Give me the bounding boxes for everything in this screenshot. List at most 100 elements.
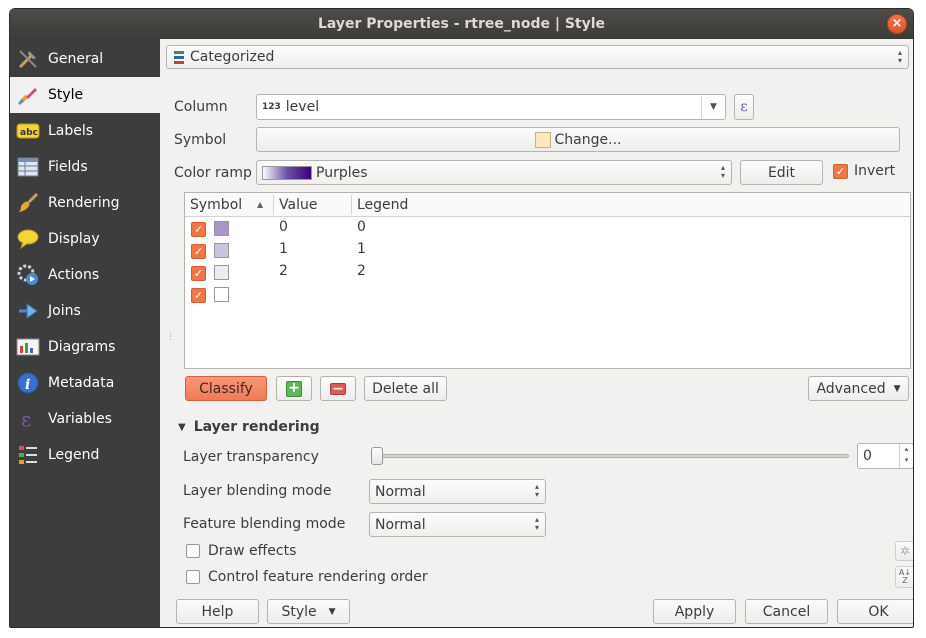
delete-all-button[interactable]: Delete all: [364, 376, 447, 401]
classes-table[interactable]: Symbol ▲ Value Legend ✓ 0 0 ✓ 1 1 ✓ 2 2 …: [184, 192, 911, 369]
transparency-spinbox[interactable]: 0 ▴ ▾: [857, 443, 913, 469]
style-label: Style: [281, 603, 317, 620]
apply-label: Apply: [674, 603, 715, 620]
layer-rendering-header[interactable]: ▼ Layer rendering: [178, 419, 320, 435]
epsilon-icon: ε: [16, 407, 40, 431]
color-ramp-select[interactable]: Purples ▴ ▾: [256, 160, 732, 185]
table-row[interactable]: ✓ 1 1: [185, 240, 910, 262]
sidebar-item-actions[interactable]: Actions: [10, 257, 160, 293]
epsilon-icon: ε: [740, 99, 748, 115]
feature-blending-label: Feature blending mode: [183, 516, 346, 532]
legend-icon: [16, 443, 40, 467]
sidebar-item-label: Actions: [48, 267, 100, 283]
column-select[interactable]: 123 level ▼: [256, 94, 726, 120]
renderer-value: Categorized: [190, 49, 275, 65]
check-icon[interactable]: ✓: [191, 266, 206, 281]
expression-button[interactable]: ε: [734, 94, 754, 120]
class-swatch[interactable]: [214, 221, 229, 236]
blending-mode-select[interactable]: Normal ▴ ▾: [369, 479, 546, 504]
advanced-button[interactable]: Advanced ▼: [808, 376, 909, 401]
change-symbol-button[interactable]: Change...: [256, 127, 900, 152]
class-swatch[interactable]: [214, 265, 229, 280]
advanced-label: Advanced: [816, 380, 886, 397]
apply-button[interactable]: Apply: [653, 599, 736, 624]
symbol-label: Symbol: [174, 132, 227, 148]
cancel-button[interactable]: Cancel: [745, 599, 828, 624]
class-legend: 0: [357, 219, 366, 235]
blending-value: Normal: [375, 483, 426, 500]
table-row[interactable]: ✓: [185, 284, 910, 306]
transparency-slider-handle[interactable]: [371, 447, 383, 465]
sidebar-item-labels[interactable]: abc Labels: [10, 113, 160, 149]
class-value: 0: [279, 219, 288, 235]
ok-label: OK: [868, 603, 889, 620]
sidebar-item-display[interactable]: Display: [10, 221, 160, 257]
style-menu-button[interactable]: Style ▼: [267, 599, 350, 624]
table-header: Symbol ▲ Value Legend: [185, 193, 910, 217]
title-bar: Layer Properties - rtree_node | Style ×: [10, 9, 913, 39]
ok-button[interactable]: OK: [837, 599, 913, 624]
classify-button[interactable]: Classify: [185, 376, 267, 401]
sort-order-button[interactable]: A↓ Z: [895, 566, 913, 588]
sidebar-item-rendering[interactable]: Rendering: [10, 185, 160, 221]
svg-text:i: i: [25, 377, 30, 393]
sort-az-icon: A↓ Z: [898, 568, 912, 585]
draw-effects-checkbox[interactable]: Draw effects: [186, 543, 296, 559]
help-button[interactable]: Help: [176, 599, 259, 624]
sidebar-item-label: Diagrams: [48, 339, 116, 355]
control-order-checkbox[interactable]: Control feature rendering order: [186, 569, 428, 585]
sidebar-item-joins[interactable]: Joins: [10, 293, 160, 329]
check-icon[interactable]: ✓: [191, 222, 206, 237]
splitter-grip-icon[interactable]: ⋮: [166, 333, 175, 342]
sidebar-item-diagrams[interactable]: Diagrams: [10, 329, 160, 365]
transparency-slider-track[interactable]: [372, 454, 849, 458]
edit-ramp-button[interactable]: Edit: [740, 160, 823, 185]
color-ramp-value: Purples: [316, 164, 368, 181]
collapse-triangle-icon: ▼: [178, 421, 186, 433]
layer-properties-window: Layer Properties - rtree_node | Style × …: [9, 8, 914, 628]
column-value: level: [285, 99, 320, 115]
close-button[interactable]: ×: [887, 14, 907, 34]
column-separator: [351, 195, 352, 215]
class-swatch[interactable]: [214, 287, 229, 302]
control-order-label: Control feature rendering order: [208, 569, 428, 585]
layer-rendering-title: Layer rendering: [193, 419, 320, 435]
spin-arrows-icon[interactable]: ▴ ▾: [899, 444, 913, 468]
add-class-button[interactable]: +: [276, 376, 312, 401]
draw-effects-label: Draw effects: [208, 543, 297, 559]
column-separator: [273, 195, 274, 215]
sidebar-item-general[interactable]: General: [10, 41, 160, 77]
header-value[interactable]: Value: [279, 193, 317, 217]
transparency-value: 0: [863, 448, 872, 464]
sidebar-item-legend[interactable]: Legend: [10, 437, 160, 473]
svg-text:ε: ε: [21, 408, 31, 430]
invert-checkbox[interactable]: ✓ Invert: [833, 163, 895, 179]
sidebar-item-label: Joins: [48, 303, 81, 319]
sidebar-item-metadata[interactable]: i Metadata: [10, 365, 160, 401]
blending-label: Layer blending mode: [183, 483, 332, 499]
header-legend[interactable]: Legend: [357, 193, 408, 217]
sidebar-item-variables[interactable]: ε Variables: [10, 401, 160, 437]
effects-star-button[interactable]: ✲: [895, 541, 913, 561]
symbol-swatch: [534, 131, 551, 148]
sidebar-item-style[interactable]: Style: [10, 77, 160, 113]
renderer-select[interactable]: Categorized ▴ ▾: [166, 45, 909, 69]
table-row[interactable]: ✓ 0 0: [185, 218, 910, 240]
remove-class-button[interactable]: −: [320, 376, 356, 401]
check-icon[interactable]: ✓: [191, 288, 206, 303]
color-ramp-label: Color ramp: [174, 165, 252, 181]
header-symbol[interactable]: Symbol: [190, 193, 242, 217]
abc-icon: abc: [16, 119, 40, 143]
feature-blending-select[interactable]: Normal ▴ ▾: [369, 512, 546, 537]
class-swatch[interactable]: [214, 243, 229, 258]
chevron-down-icon: ▼: [701, 95, 725, 119]
check-icon[interactable]: ✓: [191, 244, 206, 259]
sidebar-item-label: Rendering: [48, 195, 120, 211]
check-icon: ✓: [833, 163, 848, 179]
spin-arrows-icon: ▴ ▾: [534, 515, 539, 532]
table-row[interactable]: ✓ 2 2: [185, 262, 910, 284]
sidebar-item-fields[interactable]: Fields: [10, 149, 160, 185]
join-icon: [16, 299, 40, 323]
sidebar-item-label: Legend: [48, 447, 100, 463]
change-symbol-label: Change...: [554, 131, 622, 148]
